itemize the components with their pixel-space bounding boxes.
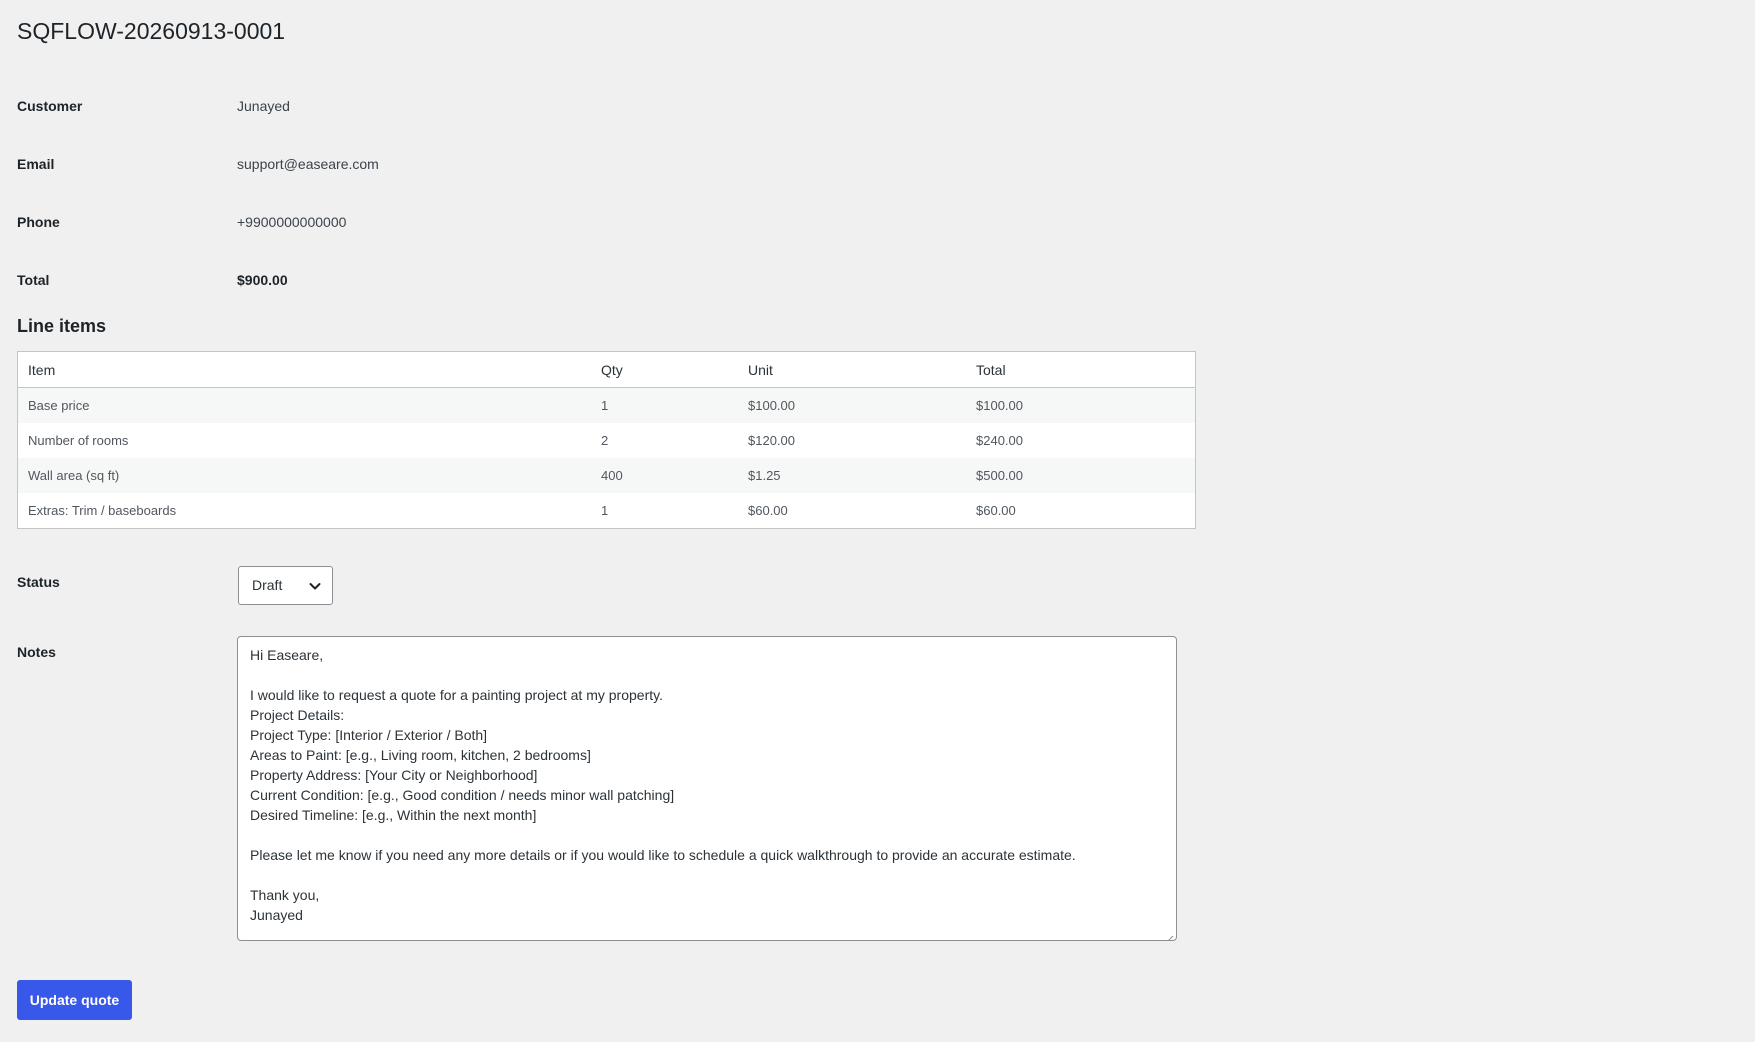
table-row: Base price 1 $100.00 $100.00 (18, 387, 1195, 423)
qty-cell: 1 (591, 493, 738, 528)
phone-value: +9900000000000 (237, 214, 347, 230)
column-header-item: Item (18, 352, 591, 388)
status-select[interactable]: Draft (238, 566, 333, 605)
qty-cell: 2 (591, 423, 738, 458)
column-header-qty: Qty (591, 352, 738, 388)
unit-cell: $1.25 (738, 458, 966, 493)
notes-line (250, 825, 1164, 845)
notes-line: Hi Easeare, (250, 647, 324, 663)
notes-line: Thank you, (250, 887, 320, 903)
table-row: Number of rooms 2 $120.00 $240.00 (18, 423, 1195, 458)
phone-label: Phone (17, 214, 60, 230)
status-label: Status (17, 574, 60, 590)
chevron-down-icon (308, 579, 322, 593)
item-cell: Extras: Trim / baseboards (18, 493, 591, 528)
total-cell: $500.00 (966, 458, 1195, 493)
phone-row: Phone +9900000000000 (17, 210, 717, 234)
column-header-total: Total (966, 352, 1195, 388)
email-row: Email support@easeare.com (17, 152, 717, 176)
customer-row: Customer Junayed (17, 94, 717, 118)
page-title: SQFLOW-20260913-0001 (17, 18, 286, 44)
notes-line (250, 865, 1164, 885)
status-selected-value: Draft (252, 577, 283, 593)
total-cell: $100.00 (966, 387, 1195, 423)
notes-line: Areas to Paint: [e.g., Living room, kitc… (250, 747, 591, 763)
table-row: Extras: Trim / baseboards 1 $60.00 $60.0… (18, 493, 1195, 528)
notes-line (250, 665, 1164, 685)
notes-line: Junayed (250, 907, 303, 923)
item-cell: Number of rooms (18, 423, 591, 458)
total-cell: $240.00 (966, 423, 1195, 458)
notes-line: I would like to request a quote for a pa… (250, 687, 663, 703)
email-label: Email (17, 156, 55, 172)
table-row: Wall area (sq ft) 400 $1.25 $500.00 (18, 458, 1195, 493)
notes-line: Property Address: [Your City or Neighbor… (250, 767, 538, 783)
item-cell: Wall area (sq ft) (18, 458, 591, 493)
customer-label: Customer (17, 98, 83, 114)
notes-textarea[interactable]: Hi Easeare, I would like to request a qu… (237, 636, 1177, 941)
column-header-unit: Unit (738, 352, 966, 388)
notes-line: Project Type: [Interior / Exterior / Bot… (250, 727, 488, 743)
notes-line: Desired Timeline: [e.g., Within the next… (250, 807, 537, 823)
update-quote-button[interactable]: Update quote (17, 980, 132, 1020)
item-cell: Base price (18, 387, 591, 423)
total-cell: $60.00 (966, 493, 1195, 528)
line-items-title: Line items (17, 316, 107, 336)
total-label: Total (17, 272, 50, 288)
qty-cell: 1 (591, 387, 738, 423)
customer-value: Junayed (237, 98, 290, 114)
table-header-row: Item Qty Unit Total (18, 352, 1195, 388)
line-items-table: Item Qty Unit Total Base price 1 $100.00… (17, 351, 1196, 529)
unit-cell: $60.00 (738, 493, 966, 528)
notes-line: Current Condition: [e.g., Good condition… (250, 787, 675, 803)
total-row: Total $900.00 (17, 268, 717, 292)
unit-cell: $120.00 (738, 423, 966, 458)
email-value: support@easeare.com (237, 156, 379, 172)
status-row: Status (17, 570, 717, 594)
qty-cell: 400 (591, 458, 738, 493)
unit-cell: $100.00 (738, 387, 966, 423)
notes-label: Notes (17, 644, 56, 660)
notes-line: Project Details: (250, 707, 345, 723)
notes-line: Please let me know if you need any more … (250, 847, 1076, 863)
resize-grip-icon[interactable] (1165, 929, 1174, 940)
total-value: $900.00 (237, 272, 288, 288)
